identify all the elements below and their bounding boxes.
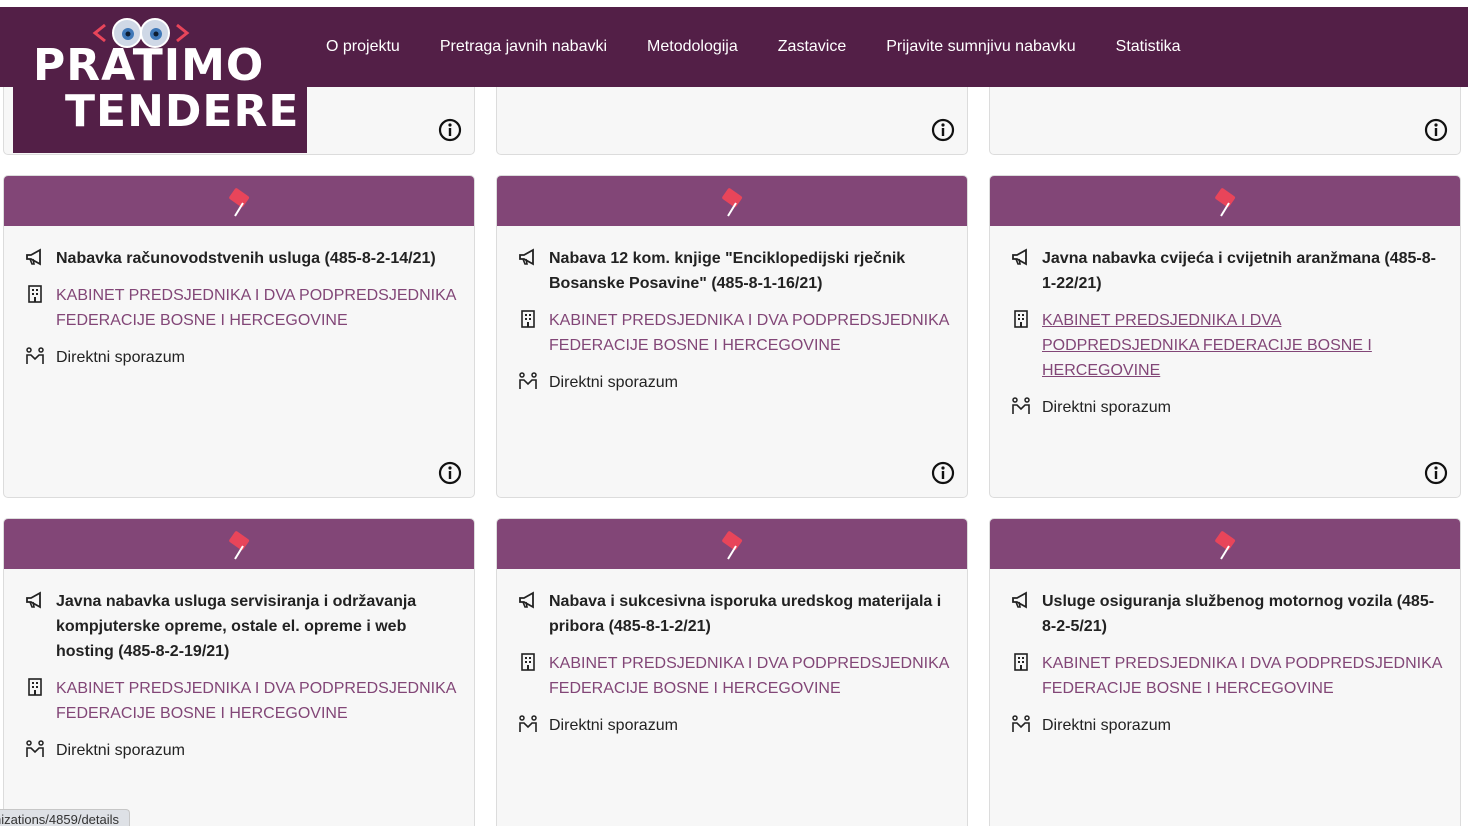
megaphone-icon xyxy=(22,246,48,268)
card-header xyxy=(4,176,474,226)
flag-icon xyxy=(229,188,250,217)
tender-card: Javna nabavka cvijeća i cvijetnih aranžm… xyxy=(989,175,1461,498)
status-url-text: nizations/4859/details xyxy=(0,812,120,826)
info-icon[interactable] xyxy=(1424,118,1448,142)
megaphone-icon xyxy=(515,246,541,268)
megaphone-icon xyxy=(22,589,48,611)
tender-card: Nabava 12 kom. knjige "Enciklopedijski r… xyxy=(496,175,968,498)
megaphone-icon xyxy=(1008,246,1034,268)
tender-title[interactable]: Javna nabavka cvijeća i cvijetnih aranžm… xyxy=(1042,246,1442,296)
megaphone-icon xyxy=(1008,589,1034,611)
building-icon xyxy=(22,676,48,698)
procedure-type: Direktni sporazum xyxy=(56,742,185,759)
card-header xyxy=(497,176,967,226)
card-header xyxy=(990,176,1460,226)
flag-icon xyxy=(229,531,250,560)
card-body: Nabava i sukcesivna isporuka uredskog ma… xyxy=(497,569,967,738)
card-body: Nabavka računovodstvenih usluga (485-8-2… xyxy=(4,226,474,370)
handshake-icon xyxy=(515,713,541,735)
tender-card: Usluge osiguranja službenog motornog voz… xyxy=(989,518,1461,826)
organization-link[interactable]: KABINET PREDSJEDNIKA I DVA PODPREDSJEDNI… xyxy=(56,283,456,333)
flag-icon xyxy=(1215,531,1236,560)
info-icon[interactable] xyxy=(1424,461,1448,485)
tender-title[interactable]: Nabava 12 kom. knjige "Enciklopedijski r… xyxy=(549,246,949,296)
building-icon xyxy=(1008,651,1034,673)
handshake-icon xyxy=(515,370,541,392)
procedure-type: Direktni sporazum xyxy=(549,717,678,734)
nav-links: O projektu Pretraga javnih nabavki Metod… xyxy=(326,7,1221,87)
logo-text-line2: TENDERE xyxy=(65,86,300,137)
card-header xyxy=(990,519,1460,569)
card-header xyxy=(497,519,967,569)
nav-prijavite[interactable]: Prijavite sumnjivu nabavku xyxy=(886,38,1075,56)
logo-text-line1: PRATIMO xyxy=(33,40,265,91)
handshake-icon xyxy=(1008,713,1034,735)
building-icon xyxy=(515,308,541,330)
tender-card: Nabavka računovodstvenih usluga (485-8-2… xyxy=(3,175,475,498)
tender-title[interactable]: Usluge osiguranja službenog motornog voz… xyxy=(1042,589,1442,639)
nav-metodologija[interactable]: Metodologija xyxy=(647,38,738,56)
tender-card: Javna nabavka usluga servisiranja i održ… xyxy=(3,518,475,826)
card-header xyxy=(4,519,474,569)
info-icon[interactable] xyxy=(438,118,462,142)
megaphone-icon xyxy=(515,589,541,611)
card-body: Javna nabavka cvijeća i cvijetnih aranžm… xyxy=(990,226,1460,420)
flag-icon xyxy=(722,531,743,560)
card-body: Nabava 12 kom. knjige "Enciklopedijski r… xyxy=(497,226,967,395)
tender-title[interactable]: Javna nabavka usluga servisiranja i održ… xyxy=(56,589,456,664)
status-bar-url: nizations/4859/details xyxy=(0,809,131,826)
flag-icon xyxy=(722,188,743,217)
handshake-icon xyxy=(22,345,48,367)
handshake-icon xyxy=(1008,395,1034,417)
info-icon[interactable] xyxy=(931,461,955,485)
organization-link[interactable]: KABINET PREDSJEDNIKA I DVA PODPREDSJEDNI… xyxy=(56,676,456,726)
organization-link[interactable]: KABINET PREDSJEDNIKA I DVA PODPREDSJEDNI… xyxy=(549,651,949,701)
organization-link[interactable]: KABINET PREDSJEDNIKA I DVA PODPREDSJEDNI… xyxy=(549,308,949,358)
nav-statistika[interactable]: Statistika xyxy=(1116,38,1181,56)
building-icon xyxy=(1008,308,1034,330)
card-body: Usluge osiguranja službenog motornog voz… xyxy=(990,569,1460,738)
handshake-icon xyxy=(22,738,48,760)
card-body: Javna nabavka usluga servisiranja i održ… xyxy=(4,569,474,763)
info-icon[interactable] xyxy=(438,461,462,485)
procedure-type: Direktni sporazum xyxy=(1042,717,1171,734)
procedure-type: Direktni sporazum xyxy=(549,374,678,391)
nav-o-projektu[interactable]: O projektu xyxy=(326,38,400,56)
procedure-type: Direktni sporazum xyxy=(56,349,185,366)
tender-title[interactable]: Nabavka računovodstvenih usluga (485-8-2… xyxy=(56,246,436,271)
info-icon[interactable] xyxy=(931,118,955,142)
tender-card: Nabava i sukcesivna isporuka uredskog ma… xyxy=(496,518,968,826)
procedure-type: Direktni sporazum xyxy=(1042,399,1171,416)
organization-link[interactable]: KABINET PREDSJEDNIKA I DVA PODPREDSJEDNI… xyxy=(1042,651,1442,701)
building-icon xyxy=(515,651,541,673)
organization-link[interactable]: KABINET PREDSJEDNIKA I DVA PODPREDSJEDNI… xyxy=(1042,308,1442,383)
nav-pretraga[interactable]: Pretraga javnih nabavki xyxy=(440,38,607,56)
flag-icon xyxy=(1215,188,1236,217)
nav-zastavice[interactable]: Zastavice xyxy=(778,38,846,56)
building-icon xyxy=(22,283,48,305)
tender-title[interactable]: Nabava i sukcesivna isporuka uredskog ma… xyxy=(549,589,949,639)
site-logo[interactable]: PRATIMO TENDERE xyxy=(13,7,307,153)
